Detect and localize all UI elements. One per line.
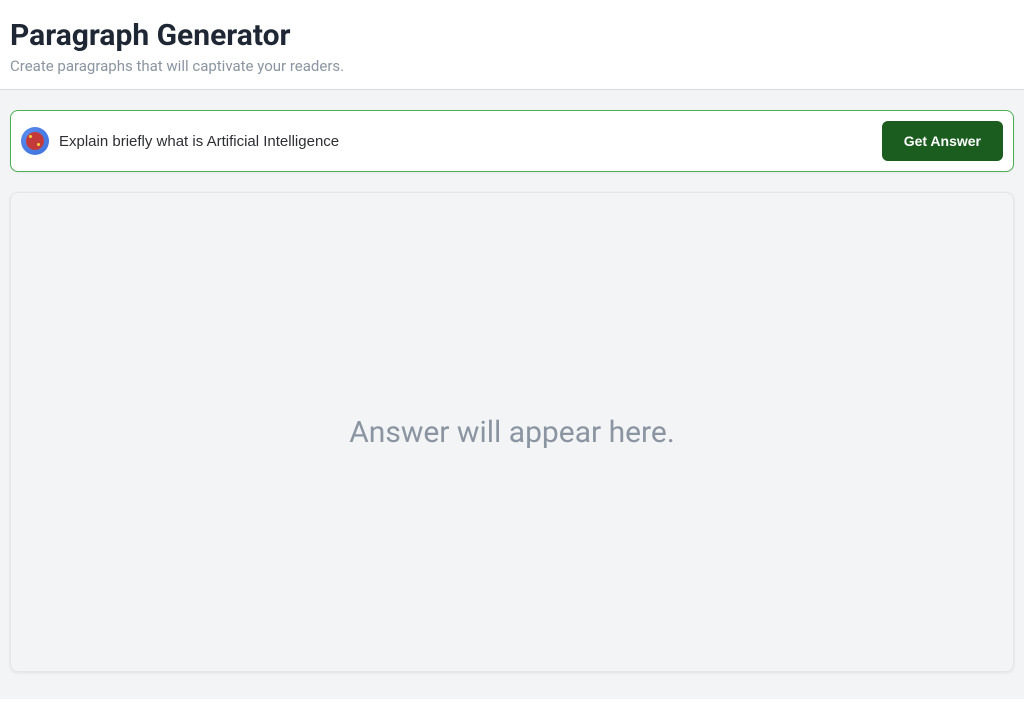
answer-output-card: Answer will appear here. bbox=[10, 192, 1014, 672]
prompt-input-card: Get Answer bbox=[10, 110, 1014, 172]
content-area: Get Answer Answer will appear here. bbox=[0, 90, 1024, 699]
get-answer-button[interactable]: Get Answer bbox=[882, 121, 1003, 161]
virus-icon bbox=[21, 127, 49, 155]
answer-placeholder: Answer will appear here. bbox=[349, 415, 675, 450]
prompt-input[interactable] bbox=[59, 133, 872, 150]
page-header: Paragraph Generator Create paragraphs th… bbox=[0, 0, 1024, 90]
page-subtitle: Create paragraphs that will captivate yo… bbox=[10, 57, 1014, 75]
page-title: Paragraph Generator bbox=[10, 18, 1014, 53]
